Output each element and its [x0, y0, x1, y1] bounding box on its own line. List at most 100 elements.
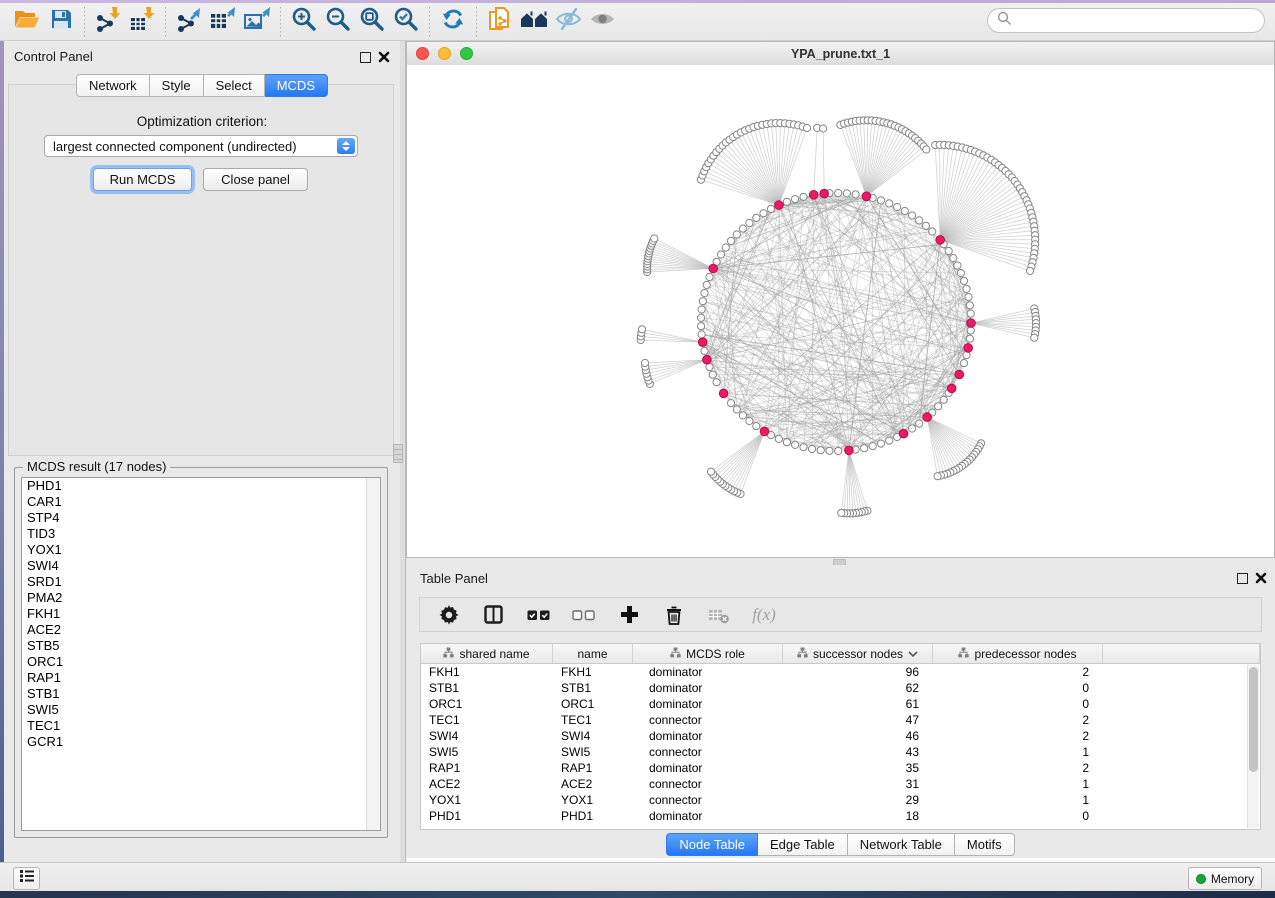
list-icon — [19, 869, 35, 888]
zoom-in-button[interactable] — [287, 7, 321, 37]
memory-button[interactable]: Memory — [1188, 867, 1262, 890]
save-session-button[interactable] — [44, 7, 78, 37]
search-field[interactable] — [987, 8, 1265, 33]
mcds-list-scrollbar[interactable] — [366, 478, 380, 830]
hide-selected-button[interactable] — [551, 7, 585, 37]
mcds-list-item[interactable]: FKH1 — [22, 606, 380, 622]
cell-successor_nodes: 43 — [783, 744, 933, 760]
cell-successor_nodes: 35 — [783, 760, 933, 776]
column-header-name[interactable]: name — [553, 644, 633, 664]
mcds-list-item[interactable]: STB1 — [22, 686, 380, 702]
search-input[interactable] — [1018, 12, 1252, 29]
cell-name: ACE2 — [553, 776, 633, 792]
network-canvas[interactable] — [407, 65, 1274, 557]
export-table-button[interactable] — [206, 7, 240, 37]
cell-successor_nodes: 18 — [783, 808, 933, 824]
main-toolbar — [0, 3, 1275, 41]
table-row[interactable]: YOX1YOX1connector291 — [421, 792, 1260, 808]
open-file-button[interactable] — [10, 7, 44, 37]
copy-network-button[interactable] — [483, 7, 517, 37]
tab-motifs[interactable]: Motifs — [955, 833, 1015, 856]
zoom-out-button[interactable] — [321, 7, 355, 37]
mcds-list-item[interactable]: SRD1 — [22, 574, 380, 590]
cell-successor_nodes: 47 — [783, 712, 933, 728]
network-graph[interactable] — [407, 65, 1274, 557]
run-mcds-button[interactable]: Run MCDS — [93, 168, 192, 191]
zoom-selected-button[interactable] — [389, 7, 423, 37]
mcds-list-item[interactable]: TEC1 — [22, 718, 380, 734]
mcds-list-item[interactable]: STP4 — [22, 510, 380, 526]
mcds-list-item[interactable]: TID3 — [22, 526, 380, 542]
refresh-view-button[interactable] — [436, 7, 470, 37]
float-table-panel-icon[interactable] — [1237, 573, 1248, 584]
eye-slash-icon — [555, 6, 582, 37]
cell-mcds_role: dominator — [633, 760, 783, 776]
network-window-titlebar[interactable]: YPA_prune.txt_1 — [407, 42, 1274, 66]
select-all-button[interactable] — [527, 603, 551, 627]
mcds-list-item[interactable]: STB5 — [22, 638, 380, 654]
task-history-button[interactable] — [13, 867, 40, 890]
column-chooser-button[interactable] — [482, 603, 506, 627]
cell-name: RAP1 — [553, 760, 633, 776]
table-scrollbar-thumb[interactable] — [1249, 667, 1258, 772]
column-header-predecessor-nodes[interactable]: predecessor nodes — [933, 644, 1103, 664]
close-panel-button[interactable]: Close panel — [203, 168, 308, 191]
tab-edge-table[interactable]: Edge Table — [758, 833, 848, 856]
export-network-button[interactable] — [172, 7, 206, 37]
mcds-list-item[interactable]: SWI5 — [22, 702, 380, 718]
table-row[interactable]: ACE2ACE2connector311 — [421, 776, 1260, 792]
export-image-button[interactable] — [240, 7, 274, 37]
node-table-header: shared namenameMCDS rolesuccessor nodesp… — [421, 644, 1260, 664]
add-row-button[interactable] — [617, 603, 641, 627]
mcds-list-item[interactable]: PHD1 — [22, 478, 380, 494]
mcds-list-item[interactable]: SWI4 — [22, 558, 380, 574]
first-neighbors-button[interactable] — [517, 7, 551, 37]
column-header-shared-name[interactable]: shared name — [421, 644, 553, 664]
close-table-panel-icon[interactable] — [1255, 571, 1267, 589]
mcds-list-item[interactable]: ORC1 — [22, 654, 380, 670]
cell-mcds_role: connector — [633, 712, 783, 728]
float-panel-icon[interactable] — [360, 52, 371, 63]
table-row[interactable]: TEC1TEC1connector472 — [421, 712, 1260, 728]
cell-name: FKH1 — [553, 664, 633, 680]
table-row[interactable]: RAP1RAP1dominator352 — [421, 760, 1260, 776]
tab-node-table[interactable]: Node Table — [666, 833, 758, 856]
table-settings-button[interactable] — [437, 603, 461, 627]
table-row[interactable]: SWI5SWI5connector431 — [421, 744, 1260, 760]
table-row[interactable]: ORC1ORC1dominator610 — [421, 696, 1260, 712]
node-table-body: FKH1FKH1dominator962STB1STB1dominator620… — [421, 664, 1260, 824]
mcds-list-item[interactable]: CAR1 — [22, 494, 380, 510]
table-row[interactable]: FKH1FKH1dominator962 — [421, 664, 1260, 680]
column-header-successor-nodes[interactable]: successor nodes — [783, 644, 933, 664]
tab-style[interactable]: Style — [150, 74, 204, 97]
mcds-list-item[interactable]: GCR1 — [22, 734, 380, 750]
vertical-splitter-handle[interactable] — [393, 444, 403, 463]
table-row[interactable]: SWI4SWI4dominator462 — [421, 728, 1260, 744]
table-scrollbar[interactable] — [1247, 665, 1259, 828]
close-panel-icon[interactable] — [378, 50, 390, 68]
table-row[interactable]: STB1STB1dominator620 — [421, 680, 1260, 696]
cell-mcds_role: dominator — [633, 808, 783, 824]
deselect-all-button[interactable] — [572, 603, 596, 627]
zoom-fit-button[interactable] — [355, 7, 389, 37]
tab-network[interactable]: Network — [76, 74, 150, 97]
import-table-button[interactable] — [125, 7, 159, 37]
toolbar-separator — [280, 7, 281, 37]
mcds-list-item[interactable]: RAP1 — [22, 670, 380, 686]
column-header-MCDS-role[interactable]: MCDS role — [633, 644, 783, 664]
show-all-button[interactable] — [585, 7, 619, 37]
mcds-result-list[interactable]: PHD1CAR1STP4TID3YOX1SWI4SRD1PMA2FKH1ACE2… — [21, 477, 381, 831]
mcds-list-item[interactable]: PMA2 — [22, 590, 380, 606]
criterion-select[interactable]: largest connected component (undirected) — [44, 135, 358, 157]
mcds-list-item[interactable]: ACE2 — [22, 622, 380, 638]
table-row[interactable]: PHD1PHD1dominator180 — [421, 808, 1260, 824]
mcds-list-item[interactable]: YOX1 — [22, 542, 380, 558]
zoom-in-icon — [291, 6, 317, 37]
tab-mcds[interactable]: MCDS — [265, 74, 328, 97]
tab-select[interactable]: Select — [204, 74, 265, 97]
node-table[interactable]: shared namenameMCDS rolesuccessor nodesp… — [420, 643, 1261, 830]
copy-network-icon — [487, 6, 513, 37]
delete-row-button[interactable] — [662, 603, 686, 627]
import-network-button[interactable] — [91, 7, 125, 37]
tab-network-table[interactable]: Network Table — [848, 833, 955, 856]
